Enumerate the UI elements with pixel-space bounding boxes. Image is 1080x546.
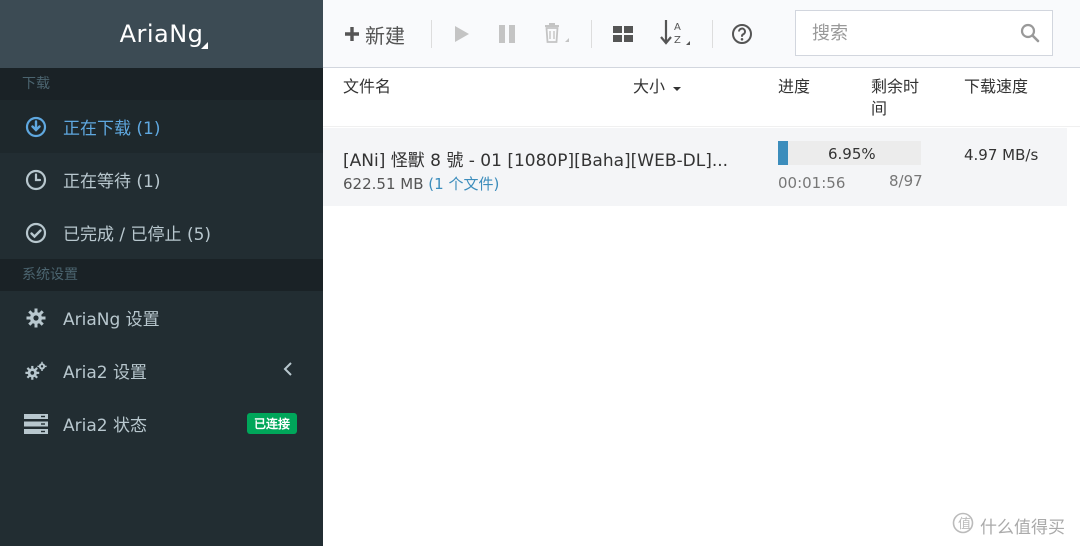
column-header-speed[interactable]: 下载速度: [964, 76, 1028, 98]
svg-text:A: A: [674, 22, 681, 33]
progress-percent: 6.95%: [828, 145, 876, 163]
start-icon[interactable]: [451, 17, 471, 51]
sort-alpha-icon[interactable]: AZ: [659, 16, 693, 50]
task-size: 622.51 MB: [343, 175, 424, 193]
column-header-size-label: 大小: [633, 77, 666, 96]
sidebar-item-waiting[interactable]: 正在等待 (1): [0, 153, 323, 206]
toolbar: 新建 AZ: [323, 0, 1080, 68]
watermark-logo-icon: 值: [952, 512, 974, 539]
column-header-size[interactable]: 大小: [633, 76, 682, 99]
task-name[interactable]: [ANi] 怪獸 8 號 - 01 [1080P][Baha][WEB-DL].…: [343, 146, 728, 171]
search-icon[interactable]: [1020, 23, 1040, 47]
remaining-time: 00:01:56: [778, 174, 846, 192]
sidebar-item-aria2-settings[interactable]: Aria2 设置: [0, 344, 323, 397]
sidebar-item-ariang-settings[interactable]: AriaNg 设置: [0, 291, 323, 344]
sidebar: AriaNg 下载 正在下载 (1) 正在等待 (1) 已完成 / 已停止 (5…: [0, 0, 323, 546]
sidebar-item-label: 已完成 / 已停止 (5): [63, 225, 212, 245]
table-header: 文件名 大小 进度 剩余时 间 下载速度: [323, 68, 1080, 127]
table-row[interactable]: [ANi] 怪獸 8 號 - 01 [1080P][Baha][WEB-DL].…: [323, 128, 1067, 206]
grid-view-icon[interactable]: [612, 17, 634, 51]
download-speed: 4.97 MB/s: [964, 146, 1039, 164]
app-title: AriaNg: [119, 20, 204, 48]
logo-caret-icon: [201, 42, 208, 49]
pause-icon[interactable]: [497, 17, 517, 51]
watermark: 值 什么值得买: [952, 512, 1065, 539]
watermark-text: 什么值得买: [980, 518, 1065, 538]
task-files-link[interactable]: (1 个文件): [428, 175, 499, 193]
sidebar-item-label: AriaNg 设置: [63, 310, 160, 330]
download-circle-icon: [24, 116, 48, 138]
sidebar-item-downloading[interactable]: 正在下载 (1): [0, 100, 323, 153]
section-header-download: 下载: [0, 68, 323, 100]
sidebar-item-label: 正在等待 (1): [63, 172, 161, 192]
caret-down-icon: [672, 77, 682, 99]
plus-icon: [343, 25, 361, 43]
column-header-name[interactable]: 文件名: [343, 76, 391, 98]
check-circle-icon: [24, 222, 48, 244]
gears-icon: [24, 360, 48, 382]
sidebar-item-aria2-status[interactable]: Aria2 状态 已连接: [0, 397, 323, 450]
sidebar-item-completed[interactable]: 已完成 / 已停止 (5): [0, 206, 323, 259]
progress-bar-fill: [778, 141, 788, 165]
sidebar-item-label: Aria2 状态: [63, 416, 147, 436]
column-header-progress[interactable]: 进度: [778, 76, 810, 98]
column-header-remaining[interactable]: 剩余时 间: [871, 76, 931, 120]
gear-icon: [24, 307, 48, 329]
toolbar-divider: [431, 20, 432, 48]
delete-icon[interactable]: [543, 17, 571, 51]
toolbar-divider: [712, 20, 713, 48]
app-logo[interactable]: AriaNg: [0, 0, 323, 68]
search-input[interactable]: [796, 22, 1006, 44]
section-header-settings: 系统设置: [0, 259, 323, 291]
connections-count: 8/97: [889, 172, 923, 190]
toolbar-divider: [591, 20, 592, 48]
sidebar-item-label: 正在下载 (1): [63, 119, 161, 139]
task-size-line: 622.51 MB (1 个文件): [343, 173, 499, 194]
server-icon: [24, 413, 48, 435]
help-icon[interactable]: [731, 17, 753, 51]
sidebar-item-label: Aria2 设置: [63, 363, 147, 383]
new-task-button[interactable]: 新建: [343, 17, 405, 51]
search-box: [795, 10, 1053, 56]
svg-text:Z: Z: [674, 35, 681, 46]
new-task-label: 新建: [365, 23, 405, 48]
clock-icon: [24, 169, 48, 191]
chevron-left-icon[interactable]: [283, 361, 293, 382]
svg-text:值: 值: [958, 516, 971, 532]
status-badge: 已连接: [247, 413, 298, 434]
